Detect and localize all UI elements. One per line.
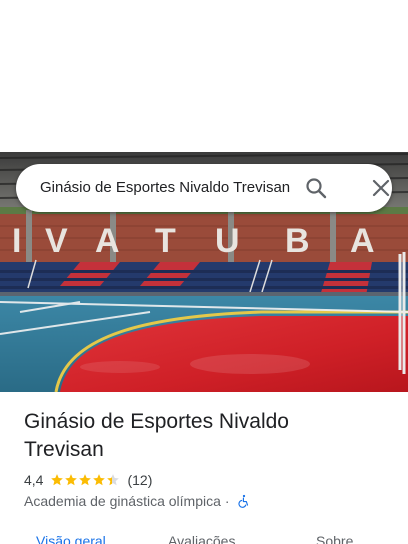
- rating-value: 4,4: [24, 472, 44, 488]
- star-rating: [50, 473, 120, 487]
- category-label[interactable]: Academia de ginástica olímpica: [24, 493, 221, 509]
- tab-overview[interactable]: Visão geral: [36, 532, 106, 544]
- wall-letter: A: [350, 222, 375, 260]
- wall-letter: A: [95, 222, 120, 260]
- star-icon: [107, 474, 120, 486]
- blank-header-area: [0, 0, 408, 152]
- category-row: Academia de ginástica olímpica ·: [24, 492, 251, 510]
- wall-letter: U: [215, 222, 240, 260]
- tab-about[interactable]: Sobre: [316, 532, 353, 544]
- wall-letter: B: [285, 222, 310, 260]
- search-input[interactable]: Ginásio de Esportes Nivaldo Trevisan: [40, 178, 304, 198]
- tab-bar: Visão geral Avaliações Sobre: [0, 528, 408, 544]
- place-title: Ginásio de Esportes Nivaldo Trevisan: [24, 410, 289, 461]
- search-icon[interactable]: [304, 176, 328, 200]
- wall-letter: T: [155, 222, 176, 260]
- close-icon[interactable]: [369, 176, 393, 200]
- star-icon: [79, 474, 92, 486]
- review-count[interactable]: (12): [127, 472, 152, 488]
- separator-dot: ·: [224, 493, 230, 509]
- star-icon: [51, 474, 64, 486]
- wall-letter: I: [12, 222, 21, 260]
- search-bar[interactable]: Ginásio de Esportes Nivaldo Trevisan: [16, 164, 392, 212]
- star-icon: [93, 474, 106, 486]
- star-icon: [65, 474, 78, 486]
- wall-letter: V: [45, 222, 68, 260]
- tab-reviews[interactable]: Avaliações: [168, 532, 235, 544]
- wheelchair-icon[interactable]: [234, 494, 251, 508]
- rating-row[interactable]: 4,4 (12): [24, 471, 152, 489]
